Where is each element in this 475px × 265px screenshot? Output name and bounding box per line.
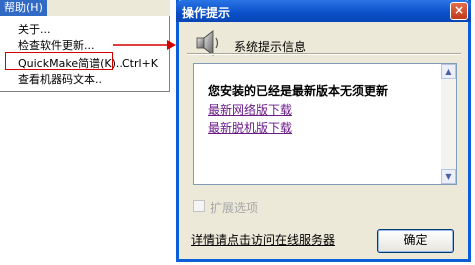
dialog-title: 操作提示 [182, 6, 231, 20]
divider [187, 53, 461, 55]
menu-item-check-update[interactable]: 检查软件更新... [18, 38, 95, 53]
scroll-down-button[interactable]: ▼ [441, 169, 456, 184]
close-icon: × [453, 3, 465, 17]
ok-button[interactable]: 确定 [377, 229, 454, 253]
menu-item-label: 关于... [18, 23, 51, 36]
help-dropdown: 关于... 检查软件更新... QuickMake简谱(K)... Ctrl+K… [0, 16, 170, 92]
dialog-titlebar[interactable]: 操作提示 × [176, 0, 471, 22]
expand-option-checkbox[interactable] [193, 200, 205, 212]
message-box: 您安装的已经是最新版本无须更新 最新网络版下载 最新脱机版下载 ▲ ▼ [193, 63, 457, 185]
menu-item-label: 检查软件更新... [18, 39, 95, 52]
expand-option-label: 扩展选项 [210, 201, 259, 215]
highlight-box [5, 52, 113, 70]
dialog-window: 操作提示 × 系统提示信息 您安装的已经是最新版本无须更新 最新网络版下载 最新… [176, 0, 471, 262]
screen: 帮助(H) 关于... 检查软件更新... QuickMake简谱(K)... … [0, 0, 475, 265]
menu-item-shortcut: Ctrl+K [121, 57, 158, 70]
network-download-link[interactable]: 最新网络版下载 [208, 101, 292, 118]
menu-bar: 帮助(H) [0, 0, 170, 16]
menu-item-about[interactable]: 关于... [18, 22, 51, 37]
message-text: 您安装的已经是最新版本无须更新 [208, 84, 389, 98]
scrollbar[interactable]: ▲ ▼ [441, 64, 456, 184]
scroll-up-button[interactable]: ▲ [441, 64, 456, 79]
menu-item-label: 查看机器码文本.. [18, 73, 102, 86]
help-menu[interactable]: 帮助(H) [0, 0, 47, 16]
arrow-right-icon [113, 40, 176, 50]
offline-download-link[interactable]: 最新脱机版下载 [208, 119, 292, 136]
close-button[interactable]: × [450, 2, 468, 20]
online-server-link[interactable]: 详情请点击访问在线服务器 [191, 231, 335, 248]
arrow-down-icon: ▼ [445, 172, 452, 181]
arrow-up-icon: ▲ [445, 67, 452, 76]
menu-item-machine-code[interactable]: 查看机器码文本.. [18, 72, 102, 87]
